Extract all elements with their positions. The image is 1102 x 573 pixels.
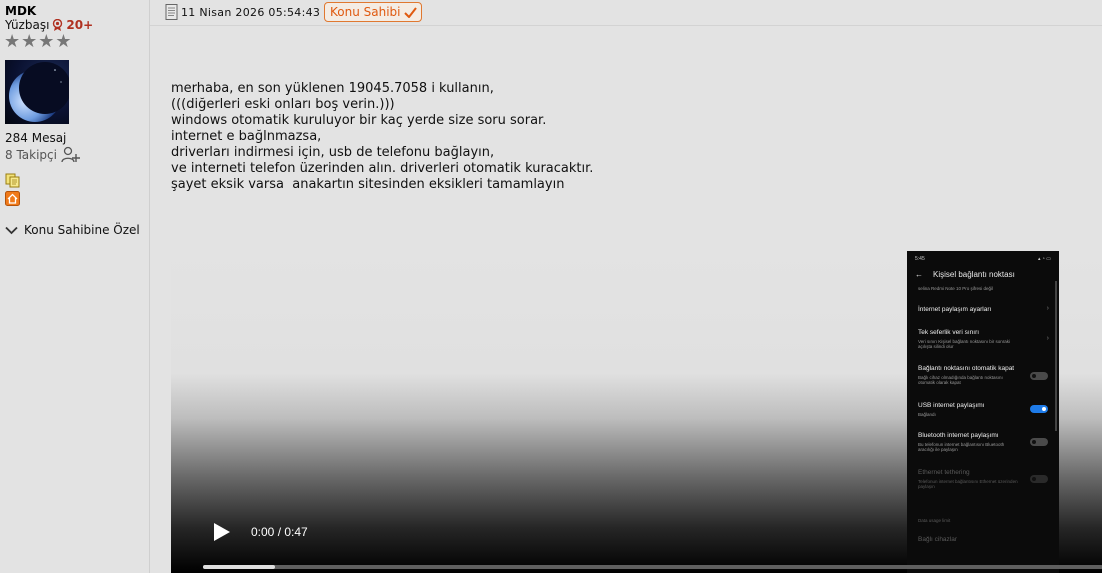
post-body: merhaba, en son yüklenen 19045.7058 i ku… bbox=[171, 81, 593, 193]
follow-user-icon[interactable] bbox=[61, 146, 81, 164]
toggle-switch bbox=[1030, 405, 1048, 413]
phone-option-sub: Bağlı cihaz olmadığında bağlantı noktası… bbox=[918, 375, 1003, 385]
rank-count: 20+ bbox=[66, 18, 94, 32]
chevron-down-icon bbox=[5, 226, 18, 234]
toggle-switch bbox=[1030, 372, 1048, 380]
home-icon[interactable] bbox=[5, 191, 20, 206]
chevron-right-icon: › bbox=[1046, 335, 1049, 342]
rank-label: Yüzbaşı bbox=[5, 18, 50, 32]
play-icon[interactable] bbox=[213, 522, 231, 542]
star-icon: ★ bbox=[38, 31, 55, 52]
post-line: driverları indirmesi için, usb de telefo… bbox=[171, 145, 495, 160]
phone-option-title: Bağlantı noktasını otomatik kapat bbox=[918, 365, 1015, 372]
phone-option-sub: Telefonun internet bağlantısını Ethernet… bbox=[918, 479, 1018, 489]
phone-header-title: Kişisel bağlantı noktası bbox=[933, 270, 1015, 279]
phone-option-title: Tek seferlik veri sınırı bbox=[918, 329, 980, 336]
check-icon bbox=[403, 6, 417, 18]
owner-special-toggle[interactable]: Konu Sahibine Özel bbox=[5, 223, 140, 237]
followers-row: 8 Takipçi bbox=[5, 146, 81, 164]
phone-option-sub: Bağlandı bbox=[918, 412, 936, 417]
star-icon: ★ bbox=[4, 31, 21, 52]
owner-badge-label: Konu Sahibi bbox=[330, 5, 401, 19]
post-line: (((diğerleri eski onları boş verin.))) bbox=[171, 97, 395, 112]
post-line: windows otomatik kuruluyor bir kaç yerde… bbox=[171, 113, 547, 128]
post-line: şayet eksik varsa anakartın sitesinden e… bbox=[171, 177, 565, 192]
chevron-right-icon: › bbox=[1046, 305, 1049, 312]
star-icon: ★ bbox=[55, 31, 72, 52]
video-time: 0:00 / 0:47 bbox=[251, 525, 308, 539]
medal-icon bbox=[53, 19, 63, 31]
post-line: internet e bağlnmazsa, bbox=[171, 129, 322, 144]
user-panel: MDK Yüzbaşı 20+ ★ ★ ★ ★ 284 Mesaj 8 Taki… bbox=[0, 0, 150, 573]
back-arrow-icon: ← bbox=[915, 270, 923, 279]
phone-option-title: USB internet paylaşımı bbox=[918, 402, 985, 409]
message-count[interactable]: 284 Mesaj bbox=[5, 131, 66, 145]
document-icon bbox=[165, 4, 178, 20]
phone-bottom-label: Data usage limit bbox=[918, 518, 951, 523]
owner-badge: Konu Sahibi bbox=[324, 2, 422, 22]
posts-icon[interactable] bbox=[5, 173, 20, 188]
post-line: ve interneti telefon üzerinden alın. dri… bbox=[171, 161, 594, 176]
phone-option-title: Bluetooth internet paylaşımı bbox=[918, 432, 999, 439]
avatar[interactable] bbox=[5, 60, 69, 124]
followers-count[interactable]: 8 Takipçi bbox=[5, 148, 57, 162]
star-icon: ★ bbox=[21, 31, 38, 52]
phone-option-title: İnternet paylaşım ayarları bbox=[918, 306, 992, 313]
phone-option-title: Ethernet tethering bbox=[918, 469, 970, 476]
phone-option-sub: Bu telefonun internet bağlantısını Bluet… bbox=[918, 442, 1005, 452]
video-player[interactable]: 5:45 ▴ ◔ ▭ ← Kişisel bağlantı noktası se… bbox=[171, 251, 1102, 573]
phone-top-sub: selina Redmi Note 10 Pro şifresi değil bbox=[918, 286, 994, 291]
rating-stars: ★ ★ ★ ★ bbox=[4, 33, 72, 51]
video-progress-bar[interactable] bbox=[203, 565, 1102, 569]
phone-header: ← Kişisel bağlantı noktası bbox=[915, 270, 1015, 279]
video-progress-fill bbox=[203, 565, 275, 569]
rank-row: Yüzbaşı 20+ bbox=[5, 18, 93, 32]
owner-special-label: Konu Sahibine Özel bbox=[24, 223, 140, 237]
moon-avatar-image bbox=[9, 62, 69, 122]
toggle-switch bbox=[1030, 475, 1048, 483]
phone-scrollbar bbox=[1055, 281, 1057, 431]
phone-status-time: 5:45 bbox=[915, 256, 925, 262]
phone-status-icons: ▴ ◔ ▭ bbox=[1037, 256, 1051, 262]
phone-bottom-title: Bağlı cihazlar bbox=[918, 536, 958, 543]
username[interactable]: MDK bbox=[5, 4, 36, 18]
post-date: 11 Nisan 2026 05:54:43 bbox=[181, 6, 321, 19]
phone-option-sub: Veri sınırı Kişisel bağlantı noktasını b… bbox=[918, 339, 1011, 349]
post-line: merhaba, en son yüklenen 19045.7058 i ku… bbox=[171, 81, 494, 96]
toggle-switch bbox=[1030, 438, 1048, 446]
video-frame-phone-screen: 5:45 ▴ ◔ ▭ ← Kişisel bağlantı noktası se… bbox=[907, 251, 1059, 573]
